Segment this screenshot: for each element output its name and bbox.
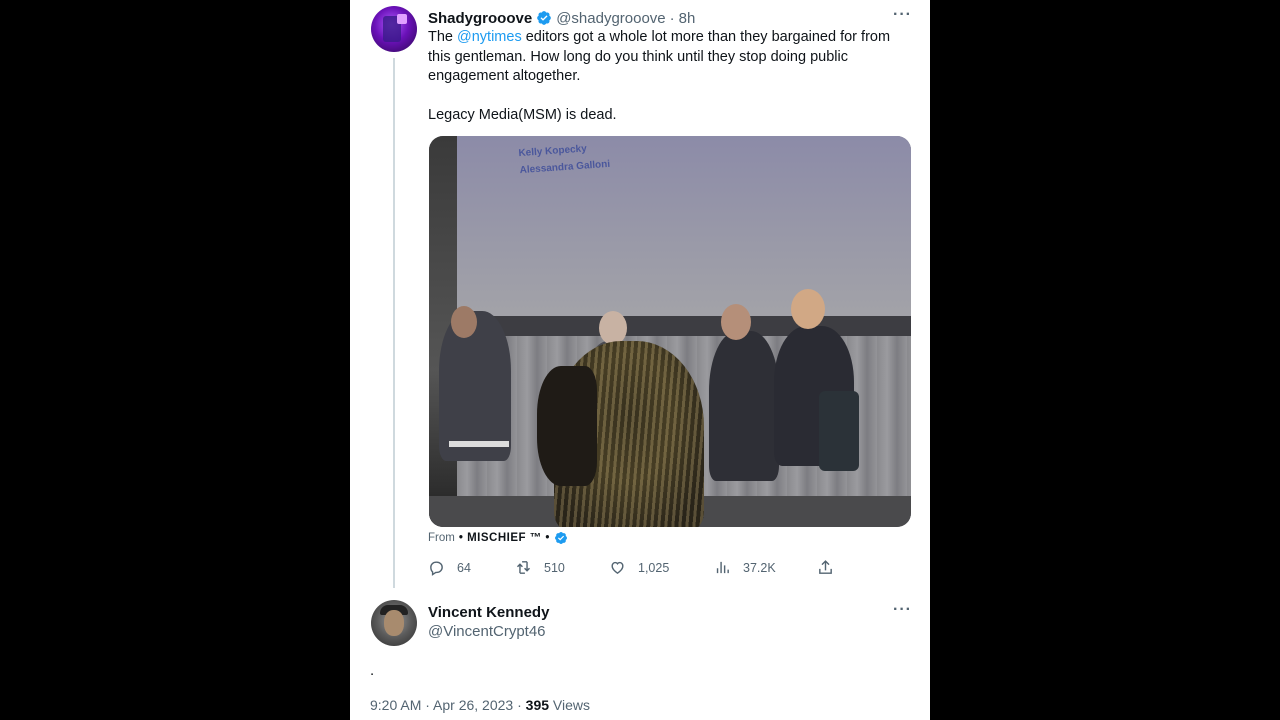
reply-button[interactable]: 64 bbox=[428, 559, 471, 576]
reply-count: 64 bbox=[457, 560, 471, 575]
stage-chair bbox=[819, 391, 859, 471]
text-before-mention: The bbox=[428, 29, 458, 45]
heart-icon bbox=[611, 561, 624, 574]
retweet-count: 510 bbox=[544, 560, 565, 575]
verified-badge-icon bbox=[554, 532, 567, 544]
projection-screen: Kelly Kopecky Alessandra Galloni bbox=[457, 136, 911, 321]
reply-icon bbox=[430, 561, 443, 576]
tweet-time[interactable]: 8h bbox=[679, 10, 696, 27]
like-count: 1,025 bbox=[638, 560, 670, 575]
reply-author-name[interactable]: Vincent Kennedy bbox=[428, 603, 549, 622]
author-avatar[interactable] bbox=[371, 6, 417, 52]
verified-badge-icon bbox=[537, 11, 552, 25]
panelist-3 bbox=[709, 331, 779, 481]
panelist-1 bbox=[439, 311, 511, 461]
reply-more-options-icon[interactable]: ··· bbox=[893, 601, 912, 619]
reply-author-handle[interactable]: @VincentCrypt46 bbox=[428, 622, 549, 641]
tweet-header: Shadygrooove @shadygrooove · 8h bbox=[428, 8, 695, 28]
mention-link[interactable]: @nytimes bbox=[457, 29, 522, 45]
tweet-text: The @nytimes editors got a whole lot mor… bbox=[428, 28, 913, 125]
reply-views-count: 395 bbox=[525, 697, 550, 713]
author-name[interactable]: Shadygrooove bbox=[428, 10, 532, 27]
tweet-text-paragraph-2: Legacy Media(MSM) is dead. bbox=[428, 106, 617, 123]
tweet-thread-panel: Shadygrooove @shadygrooove · 8h ··· The … bbox=[350, 0, 930, 720]
reply-author-avatar[interactable] bbox=[371, 600, 417, 646]
thread-connector-line bbox=[393, 58, 395, 588]
more-options-icon[interactable]: ··· bbox=[893, 6, 912, 24]
reply-metadata: 9:20 AM · Apr 26, 2023 · 395 Views bbox=[370, 697, 590, 713]
retweet-icon bbox=[516, 561, 531, 574]
reply-header: Vincent Kennedy @VincentCrypt46 bbox=[428, 603, 549, 641]
tweet-video[interactable]: Kelly Kopecky Alessandra Galloni bbox=[429, 136, 911, 527]
reply-text: . bbox=[370, 662, 375, 679]
analytics-icon bbox=[716, 561, 729, 574]
separator-dot: · bbox=[669, 9, 675, 27]
from-source-link[interactable]: • MISCHIEF ™ • bbox=[459, 532, 550, 544]
from-label: From bbox=[428, 532, 455, 544]
reply-views-label: Views bbox=[549, 697, 590, 713]
reply-timestamp[interactable]: 9:20 AM · Apr 26, 2023 · bbox=[370, 697, 526, 713]
views-button[interactable]: 37.2K bbox=[714, 559, 776, 576]
retweet-button[interactable]: 510 bbox=[515, 559, 565, 576]
view-count: 37.2K bbox=[743, 560, 776, 575]
video-source-attribution: From • MISCHIEF ™ • bbox=[428, 531, 572, 545]
author-handle[interactable]: @shadygrooove bbox=[556, 10, 665, 27]
share-icon bbox=[819, 560, 832, 574]
like-button[interactable]: 1,025 bbox=[609, 559, 669, 576]
share-button[interactable] bbox=[817, 559, 846, 576]
tweet-actions-bar: 64 510 1,025 37.2K bbox=[428, 559, 848, 579]
